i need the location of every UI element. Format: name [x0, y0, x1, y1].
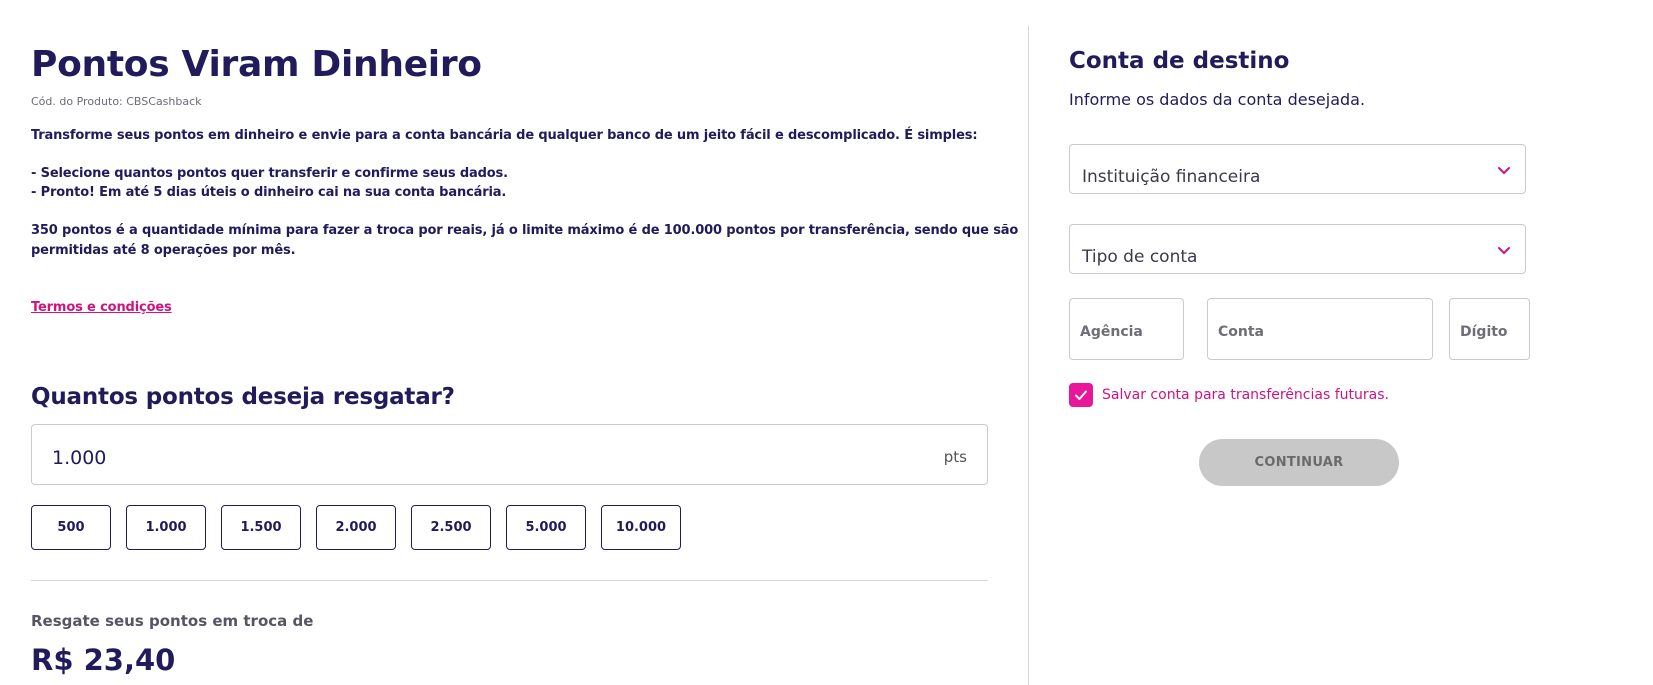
description-limits-cont: permitidas até 8 operações por mês.	[31, 243, 296, 258]
points-input[interactable]	[52, 447, 752, 469]
panel-divider	[1028, 26, 1029, 685]
chevron-down-icon	[1498, 167, 1510, 174]
product-code: Cód. do Produto: CBSCashback	[31, 95, 202, 108]
institution-select[interactable]: Instituição financeira	[1069, 144, 1526, 194]
points-unit: pts	[943, 448, 967, 466]
chevron-down-icon	[1498, 247, 1510, 254]
section-divider	[31, 580, 988, 581]
digit-field-box[interactable]	[1449, 298, 1530, 360]
agency-field-box[interactable]	[1069, 298, 1184, 360]
save-account-label[interactable]: Salvar conta para transferências futuras…	[1102, 387, 1389, 403]
reward-value: R$ 23,40	[31, 643, 176, 677]
terms-link[interactable]: Termos e condições	[31, 300, 172, 315]
save-account-row: Salvar conta para transferências futuras…	[1069, 383, 1389, 407]
quick-option-2500[interactable]: 2.500	[411, 505, 491, 550]
redeem-question: Quantos pontos deseja resgatar?	[31, 384, 455, 410]
reward-label: Resgate seus pontos em troca de	[31, 612, 314, 630]
checkmark-icon	[1075, 390, 1087, 400]
account-field-box[interactable]	[1207, 298, 1433, 360]
description-limits: 350 pontos é a quantidade mínima para fa…	[31, 223, 1019, 238]
description-intro: Transforme seus pontos em dinheiro e env…	[31, 128, 978, 143]
quick-option-1500[interactable]: 1.500	[221, 505, 301, 550]
quick-option-500[interactable]: 500	[31, 505, 111, 550]
description-step-1: - Selecione quantos pontos quer transfer…	[31, 166, 508, 181]
institution-select-label: Instituição financeira	[1082, 167, 1261, 187]
quick-option-1000[interactable]: 1.000	[126, 505, 206, 550]
destination-title: Conta de destino	[1069, 48, 1290, 74]
quick-option-5000[interactable]: 5.000	[506, 505, 586, 550]
agency-field[interactable]	[1080, 324, 1177, 340]
description-step-2: - Pronto! Em até 5 dias úteis o dinheiro…	[31, 185, 507, 200]
save-account-checkbox[interactable]	[1069, 383, 1093, 407]
points-input-box[interactable]: pts	[31, 424, 988, 485]
continue-button[interactable]: CONTINUAR	[1199, 439, 1399, 486]
account-field[interactable]	[1218, 324, 1409, 340]
destination-subtitle: Informe os dados da conta desejada.	[1069, 90, 1366, 109]
account-type-select[interactable]: Tipo de conta	[1069, 224, 1526, 274]
quick-option-2000[interactable]: 2.000	[316, 505, 396, 550]
page-title: Pontos Viram Dinheiro	[31, 44, 482, 85]
quick-option-10000[interactable]: 10.000	[601, 505, 681, 550]
quick-options: 500 1.000 1.500 2.000 2.500 5.000 10.000	[31, 505, 681, 550]
page: Pontos Viram Dinheiro Cód. do Produto: C…	[0, 0, 1653, 685]
account-type-select-label: Tipo de conta	[1082, 247, 1198, 267]
digit-field[interactable]	[1460, 324, 1528, 340]
